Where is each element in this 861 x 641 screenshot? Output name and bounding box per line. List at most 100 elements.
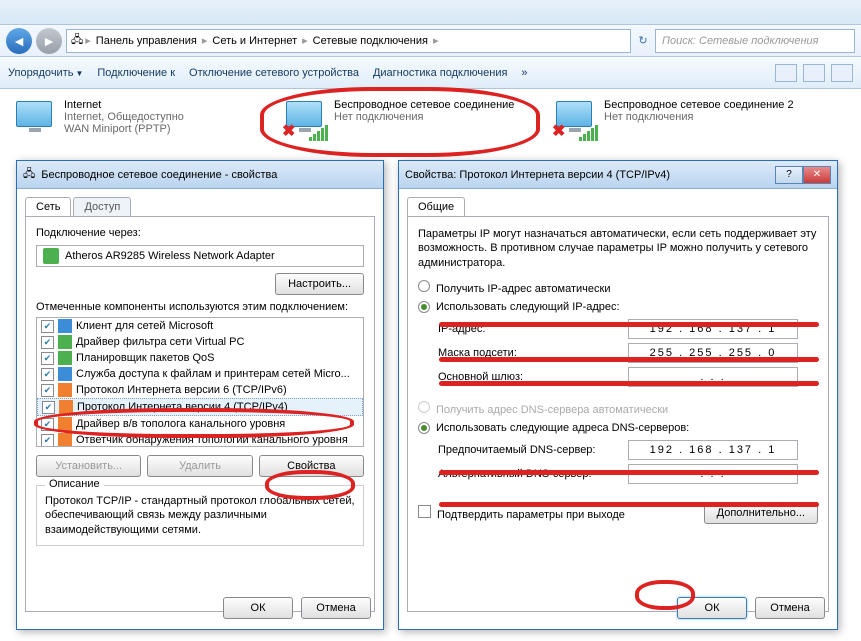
description-text: Протокол TCP/IP - стандартный протокол г…	[45, 494, 355, 537]
dialog-title: Беспроводное сетевое соединение - свойст…	[41, 169, 277, 181]
connection-status: Нет подключения	[604, 111, 794, 123]
description-legend: Описание	[45, 478, 104, 490]
service-icon	[58, 367, 72, 381]
protocol-icon	[58, 383, 72, 397]
list-item[interactable]: ✔Драйвер фильтра сети Virtual PC	[37, 334, 363, 350]
radio-auto-dns	[418, 401, 430, 413]
validate-checkbox[interactable]	[418, 505, 431, 518]
list-item[interactable]: ✔Планировщик пакетов QoS	[37, 350, 363, 366]
dialog-title: Свойства: Протокол Интернета версии 4 (T…	[405, 169, 670, 181]
components-list[interactable]: ✔Клиент для сетей Microsoft ✔Драйвер фил…	[36, 317, 364, 447]
annotation-underline	[439, 502, 819, 507]
list-item[interactable]: ✔Протокол Интернета версии 6 (TCP/IPv6)	[37, 382, 363, 398]
dialog-titlebar[interactable]: 🖧 Беспроводное сетевое соединение - свой…	[17, 161, 383, 189]
connections-list: Internet Internet, Общедоступно WAN Mini…	[0, 89, 861, 151]
radio-manual-dns[interactable]	[418, 422, 430, 434]
components-label: Отмеченные компоненты используются этим …	[36, 301, 364, 313]
responder-icon	[58, 433, 72, 447]
tab-general[interactable]: Общие	[407, 197, 465, 216]
connection-device: WAN Miniport (PPTP)	[64, 123, 184, 135]
back-button[interactable]: ◄	[6, 28, 32, 54]
connection-status: Internet, Общедоступно	[64, 111, 184, 123]
more-arrow-icon[interactable]: »	[521, 67, 527, 79]
dialog-titlebar[interactable]: Свойства: Протокол Интернета версии 4 (T…	[399, 161, 837, 189]
adapter-name: Atheros AR9285 Wireless Network Adapter	[65, 250, 275, 262]
refresh-icon[interactable]: ↻	[635, 34, 651, 47]
description-group: Описание Протокол TCP/IP - стандартный п…	[36, 485, 364, 546]
breadcrumb[interactable]: 🖧 ▸ Панель управления ▸ Сеть и Интернет …	[66, 29, 631, 53]
client-icon	[58, 319, 72, 333]
connection-item[interactable]: ✖ Беспроводное сетевое соединение Нет по…	[280, 99, 540, 141]
search-input[interactable]: Поиск: Сетевые подключения	[655, 29, 855, 53]
wifi-bars-icon	[309, 125, 328, 141]
protocol-icon	[59, 400, 73, 414]
connection-title: Internet	[64, 99, 184, 111]
forward-button[interactable]: ►	[36, 28, 62, 54]
ok-button[interactable]: ОК	[223, 597, 293, 619]
tab-network[interactable]: Сеть	[25, 197, 71, 216]
window-titlebar	[0, 0, 861, 25]
annotation-underline	[439, 357, 819, 362]
annotation-underline	[439, 470, 819, 475]
wifi-bars-icon	[579, 125, 598, 141]
list-item[interactable]: ✔Клиент для сетей Microsoft	[37, 318, 363, 334]
disconnected-icon: ✖	[282, 121, 295, 141]
configure-button[interactable]: Настроить...	[275, 273, 364, 295]
connection-properties-dialog: 🖧 Беспроводное сетевое соединение - свой…	[16, 160, 384, 630]
close-button[interactable]: ✕	[803, 166, 831, 184]
driver-icon	[58, 335, 72, 349]
connection-title: Беспроводное сетевое соединение 2	[604, 99, 794, 111]
organize-menu[interactable]: Упорядочить▼	[8, 67, 83, 79]
radio-manual-ip-label: Использовать следующий IP-адрес:	[436, 301, 620, 313]
list-item[interactable]: ✔Служба доступа к файлам и принтерам сет…	[37, 366, 363, 382]
radio-auto-dns-label: Получить адрес DNS-сервера автоматически	[436, 404, 668, 416]
connection-icon: ✖	[280, 99, 328, 141]
radio-manual-dns-label: Использовать следующие адреса DNS-сервер…	[436, 422, 689, 434]
connection-title: Беспроводное сетевое соединение	[334, 99, 514, 111]
cancel-button[interactable]: Отмена	[755, 597, 825, 619]
connect-to-button[interactable]: Подключение к	[97, 67, 175, 79]
remove-button[interactable]: Удалить	[147, 455, 252, 477]
toolbar: Упорядочить▼ Подключение к Отключение се…	[0, 57, 861, 89]
crumb-network-connections[interactable]: Сетевые подключения	[310, 35, 431, 47]
driver-icon	[58, 417, 72, 431]
app-icon: 🖧	[23, 165, 35, 184]
connection-item[interactable]: Internet Internet, Общедоступно WAN Mini…	[10, 99, 270, 141]
list-item[interactable]: ✔Драйвер в/в тополога канального уровня	[37, 416, 363, 432]
annotation-underline	[439, 322, 819, 327]
qos-icon	[58, 351, 72, 365]
connection-icon	[10, 99, 58, 141]
tab-access[interactable]: Доступ	[73, 197, 131, 216]
validate-label: Подтвердить параметры при выходе	[437, 509, 625, 521]
help-button[interactable]: ?	[775, 166, 803, 184]
disable-device-button[interactable]: Отключение сетевого устройства	[189, 67, 359, 79]
dns1-field[interactable]: 192 . 168 . 137 . 1	[628, 440, 798, 460]
ok-button[interactable]: ОК	[677, 597, 747, 619]
folder-icon: 🖧	[71, 31, 83, 50]
install-button[interactable]: Установить...	[36, 455, 141, 477]
view-menu-icon[interactable]	[803, 64, 825, 82]
radio-auto-ip-label: Получить IP-адрес автоматически	[436, 283, 610, 295]
list-item-tcpip4[interactable]: ✔Протокол Интернета версии 4 (TCP/IPv4)	[37, 398, 363, 416]
diagnose-button[interactable]: Диагностика подключения	[373, 67, 507, 79]
crumb-control-panel[interactable]: Панель управления	[93, 35, 200, 47]
connect-using-label: Подключение через:	[36, 227, 364, 239]
list-item[interactable]: ✔Ответчик обнаружения топологии канально…	[37, 432, 363, 447]
annotation-underline	[439, 381, 819, 386]
radio-manual-ip[interactable]	[418, 301, 430, 313]
properties-button[interactable]: Свойства	[259, 455, 364, 477]
view-icon[interactable]	[775, 64, 797, 82]
connection-item[interactable]: ✖ Беспроводное сетевое соединение 2 Нет …	[550, 99, 810, 141]
help-icon[interactable]	[831, 64, 853, 82]
adapter-field: Atheros AR9285 Wireless Network Adapter	[36, 245, 364, 267]
intro-text: Параметры IP могут назначаться автоматич…	[418, 227, 818, 270]
disconnected-icon: ✖	[552, 121, 565, 141]
radio-auto-ip[interactable]	[418, 280, 430, 292]
adapter-icon	[43, 248, 59, 264]
address-bar: ◄ ► 🖧 ▸ Панель управления ▸ Сеть и Интер…	[0, 25, 861, 57]
crumb-network-internet[interactable]: Сеть и Интернет	[209, 35, 300, 47]
dns1-label: Предпочитаемый DNS-сервер:	[438, 444, 628, 456]
cancel-button[interactable]: Отмена	[301, 597, 371, 619]
connection-icon: ✖	[550, 99, 598, 141]
connection-status: Нет подключения	[334, 111, 514, 123]
